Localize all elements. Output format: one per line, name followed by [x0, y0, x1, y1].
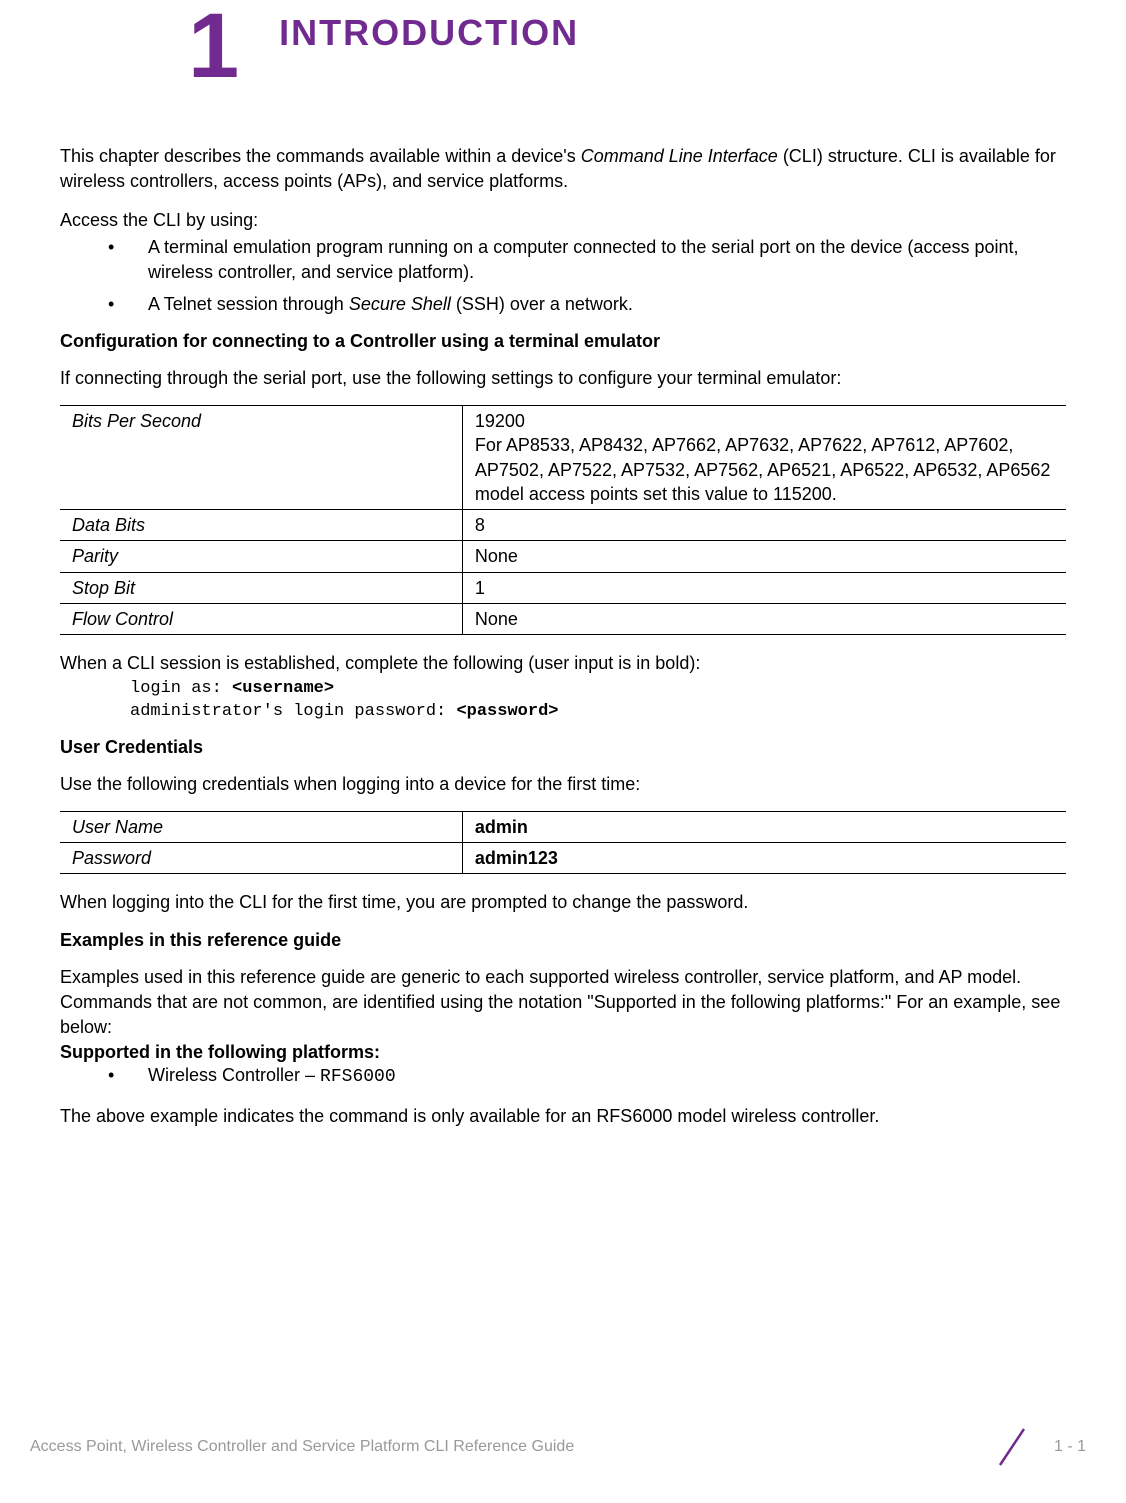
text-italic: Command Line Interface [581, 146, 778, 166]
row-label: Stop Bit [60, 572, 462, 603]
footer-right: 1 - 1 [992, 1427, 1086, 1467]
config-paragraph: If connecting through the serial port, u… [60, 366, 1066, 391]
text: administrator's login password: [130, 702, 456, 721]
table-row: Stop Bit 1 [60, 572, 1066, 603]
table-row: Password admin123 [60, 843, 1066, 874]
intro-paragraph-1: This chapter describes the commands avai… [60, 144, 1066, 194]
row-value: 8 [462, 510, 1066, 541]
row-value: 19200 For AP8533, AP8432, AP7662, AP7632… [462, 405, 1066, 509]
table-row: Parity None [60, 541, 1066, 572]
text: Wireless Controller – [148, 1065, 320, 1085]
page-footer: Access Point, Wireless Controller and Se… [30, 1427, 1086, 1467]
list-item: A Telnet session through Secure Shell (S… [108, 292, 1066, 317]
examples-heading: Examples in this reference guide [60, 930, 1066, 951]
config-heading: Configuration for connecting to a Contro… [60, 331, 1066, 352]
row-value: admin [462, 811, 1066, 842]
row-label: Data Bits [60, 510, 462, 541]
credentials-heading: User Credentials [60, 737, 1066, 758]
supported-platforms-list: Wireless Controller – RFS6000 [108, 1063, 1066, 1090]
list-item: Wireless Controller – RFS6000 [108, 1063, 1066, 1090]
code-line: administrator's login password: <passwor… [130, 701, 1066, 723]
footer-title: Access Point, Wireless Controller and Se… [30, 1438, 574, 1456]
session-paragraph: When a CLI session is established, compl… [60, 651, 1066, 676]
row-value: 1 [462, 572, 1066, 603]
row-label: Bits Per Second [60, 405, 462, 509]
examples-paragraph: Examples used in this reference guide ar… [60, 965, 1066, 1041]
table-row: Flow Control None [60, 603, 1066, 634]
text-italic: Secure Shell [349, 294, 451, 314]
table-row: Data Bits 8 [60, 510, 1066, 541]
row-label: Parity [60, 541, 462, 572]
text: This chapter describes the commands avai… [60, 146, 581, 166]
row-label: Flow Control [60, 603, 462, 634]
row-value: None [462, 603, 1066, 634]
list-item: A terminal emulation program running on … [108, 235, 1066, 285]
table-row: Bits Per Second 19200 For AP8533, AP8432… [60, 405, 1066, 509]
example-explanation-paragraph: The above example indicates the command … [60, 1104, 1066, 1129]
text-bold: <password> [456, 702, 558, 721]
access-methods-list: A terminal emulation program running on … [108, 235, 1066, 317]
row-label: Password [60, 843, 462, 874]
row-value: None [462, 541, 1066, 572]
page-number: 1 - 1 [1054, 1438, 1086, 1456]
text: (SSH) over a network. [451, 294, 633, 314]
content-area: This chapter describes the commands avai… [60, 144, 1066, 1130]
text-mono: RFS6000 [320, 1067, 396, 1087]
text: an [571, 1106, 596, 1126]
text: RFS6000 model wireless controller. [596, 1106, 879, 1126]
row-label: User Name [60, 811, 462, 842]
credentials-table: User Name admin Password admin123 [60, 811, 1066, 875]
intro-paragraph-2: Access the CLI by using: [60, 208, 1066, 233]
text: login as: [130, 679, 232, 698]
slash-icon [992, 1427, 1032, 1467]
credentials-paragraph: Use the following credentials when loggi… [60, 772, 1066, 797]
password-change-paragraph: When logging into the CLI for the first … [60, 890, 1066, 915]
text: The above example indicates the command … [60, 1106, 571, 1126]
row-value: admin123 [462, 843, 1066, 874]
chapter-number: 1 [188, 10, 239, 84]
login-code-block: login as: <username> administrator's log… [130, 678, 1066, 722]
supported-platforms-heading: Supported in the following platforms: [60, 1042, 1066, 1063]
text-bold: <username> [232, 679, 334, 698]
text: A Telnet session through [148, 294, 349, 314]
table-row: User Name admin [60, 811, 1066, 842]
terminal-settings-table: Bits Per Second 19200 For AP8533, AP8432… [60, 405, 1066, 635]
chapter-header: 1 INTRODUCTION [188, 10, 1066, 84]
code-line: login as: <username> [130, 678, 1066, 700]
chapter-title: INTRODUCTION [279, 12, 579, 54]
